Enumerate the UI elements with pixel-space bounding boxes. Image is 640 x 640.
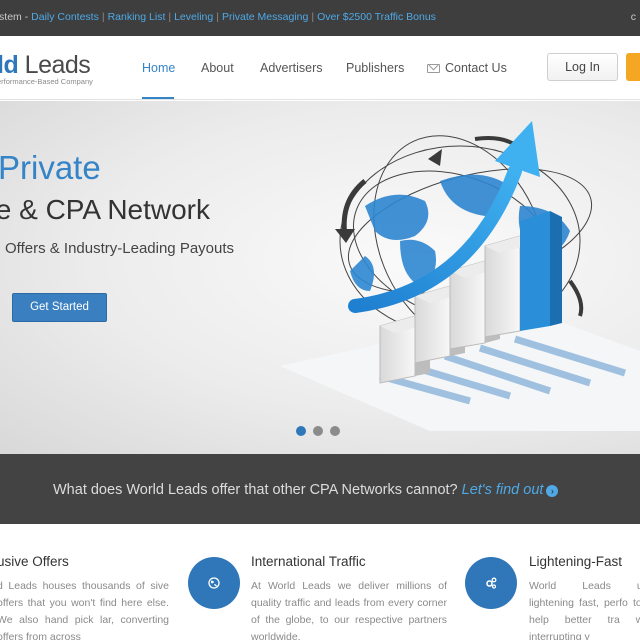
logo-text: Leads [18, 51, 91, 79]
signup-button[interactable] [626, 53, 640, 81]
chevron-right-circle-icon[interactable]: › [546, 485, 559, 497]
top-announcement-bar: Tracking System - Daily Contests|Ranking… [0, 0, 640, 36]
envelope-icon [427, 64, 440, 73]
offer-question-band: What does World Leads offer that other C… [0, 454, 640, 524]
topbar-prefix: Tracking System - [0, 11, 29, 23]
logo-tagline: erformance-Based Company [0, 77, 93, 86]
feature-text-exclusive-offers: d Leads houses thousands of sive offers … [0, 580, 169, 640]
nav-about[interactable]: About [201, 61, 234, 75]
offer-question: What does World Leads offer that other C… [53, 482, 559, 498]
topbar-separator: | [216, 11, 219, 23]
nav-home[interactable]: Home [142, 61, 175, 75]
topbar-link-ranking-list[interactable]: Ranking List [108, 11, 166, 23]
slider-dot-1[interactable] [296, 426, 306, 436]
slider-dot-2[interactable] [313, 426, 323, 436]
growth-chart-globe-illustration [280, 121, 640, 431]
topbar-link-leveling[interactable]: Leveling [174, 11, 213, 23]
slider-dot-3[interactable] [330, 426, 340, 436]
nav-active-indicator [142, 97, 174, 99]
top-announcement-text: Tracking System - Daily Contests|Ranking… [0, 11, 436, 23]
topbar-link-private-messaging[interactable]: Private Messaging [222, 11, 308, 23]
topbar-right-text: c [630, 11, 636, 23]
feature-icon-circle-international [188, 557, 240, 609]
topbar-separator: | [311, 11, 315, 23]
site-logo[interactable]: ld Leads [0, 51, 91, 80]
topbar-separator: | [168, 11, 172, 23]
feature-text-international-traffic: At World Leads we deliver millions of qu… [251, 580, 447, 640]
gears-icon [486, 577, 497, 589]
globe-icon [208, 577, 220, 589]
feature-icon-circle-lightening [465, 557, 517, 609]
feature-text-lightening-fast: World Leads utilizes lightening fast, pe… [529, 580, 640, 640]
hero-headline-line2: te & CPA Network [0, 194, 211, 225]
login-button[interactable]: Log In [547, 53, 618, 81]
feature-title-exclusive-offers: usive Offers [0, 554, 69, 569]
offer-question-text: What does World Leads offer that other C… [53, 482, 458, 498]
feature-title-lightening-fast: Lightening-Fast [529, 554, 623, 569]
logo-bold-text: ld [0, 51, 19, 79]
nav-publishers[interactable]: Publishers [346, 61, 404, 75]
topbar-link-daily-contests[interactable]: Daily Contests [31, 11, 99, 23]
topbar-link-traffic-bonus[interactable]: Over $2500 Traffic Bonus [317, 11, 436, 23]
find-out-link[interactable]: Let's find out [462, 482, 544, 498]
get-started-button[interactable]: Get Started [12, 293, 107, 322]
site-header: ld Leads erformance-Based Company Home A… [0, 36, 640, 100]
nav-advertisers[interactable]: Advertisers [260, 61, 323, 75]
topbar-separator: | [101, 11, 105, 23]
feature-title-international-traffic: International Traffic [251, 554, 366, 569]
features-section: usive Offers d Leads houses thousands of… [0, 524, 640, 640]
hero-headline-line1: Private [0, 149, 101, 186]
nav-contact-us[interactable]: Contact Us [445, 61, 507, 75]
hero-subheadline: Offers & Industry-Leading Payouts [5, 240, 235, 257]
hero-slider: Private te & CPA Network Offers & Indust… [0, 101, 640, 454]
